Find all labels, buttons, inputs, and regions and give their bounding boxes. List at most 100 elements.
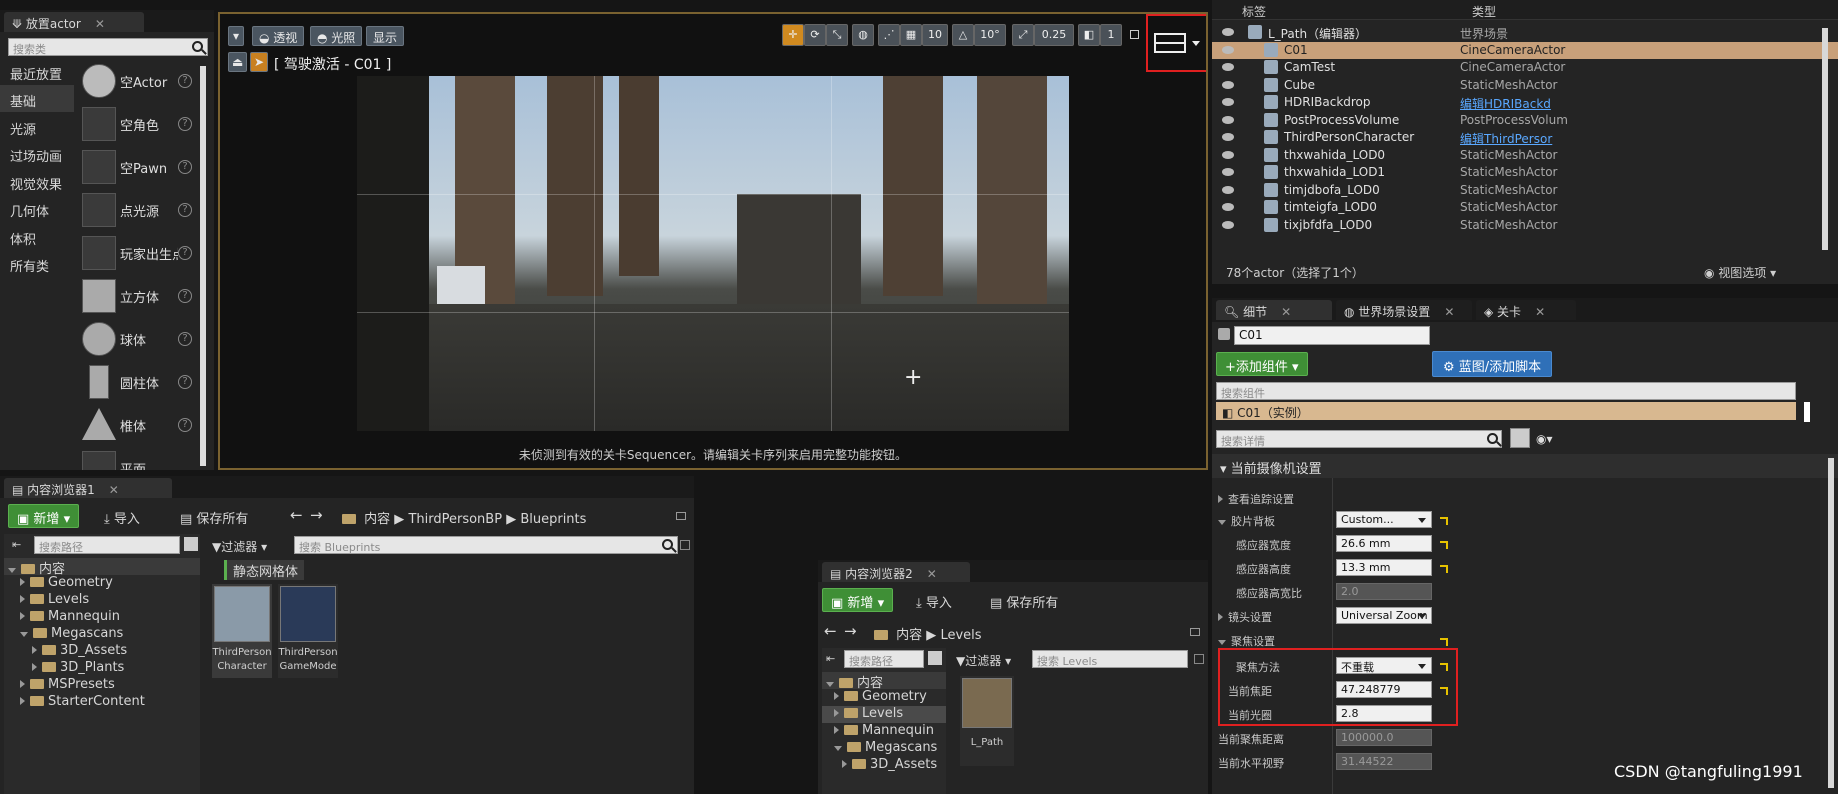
search-components-input[interactable]: 搜索组件 <box>1216 382 1796 400</box>
cb1-new-button[interactable]: ▣ 新增 ▾ <box>8 504 80 528</box>
grid-snap-value[interactable]: 10 <box>922 24 948 46</box>
expand-icon[interactable] <box>20 595 25 603</box>
eye-icon[interactable] <box>1222 98 1234 106</box>
close-icon[interactable]: ✕ <box>1281 305 1291 319</box>
filter-chip[interactable]: 静态网格体 <box>224 560 305 580</box>
actor-list-scrollbar[interactable] <box>200 66 206 466</box>
outliner-row[interactable]: CamTest CineCameraActor <box>1212 59 1838 76</box>
back-arrow-icon[interactable]: ← <box>824 622 837 640</box>
surface-snap-icon[interactable]: ⋰ <box>878 24 900 46</box>
category-lights[interactable]: 光源 <box>0 113 74 140</box>
tab-place-actor[interactable]: ⟱ 放置actor ✕ <box>4 12 144 32</box>
folder-tree-item[interactable]: 3D_Assets <box>822 757 946 774</box>
tab-world-settings[interactable]: ◍ 世界场景设置 ✕ <box>1336 300 1472 320</box>
filmback-dropdown[interactable]: Custom... <box>1336 511 1432 528</box>
help-icon[interactable]: ? <box>178 375 192 389</box>
cb1-search-path-input[interactable]: 搜索路径 <box>34 536 180 554</box>
list-view-icon[interactable] <box>184 537 198 551</box>
breadcrumb-item[interactable]: ThirdPersonBP <box>408 512 502 527</box>
actor-item-point-light[interactable]: 点光源? <box>80 189 198 231</box>
rotation-snap-value[interactable]: 10° <box>974 24 1006 46</box>
expand-icon[interactable] <box>20 697 25 705</box>
expand-icon[interactable] <box>834 709 839 717</box>
eye-icon[interactable] <box>1222 168 1234 176</box>
help-icon[interactable]: ? <box>178 203 192 217</box>
reset-arrow-icon[interactable] <box>1440 687 1448 695</box>
folder-tree-item[interactable]: Megascans <box>822 740 946 757</box>
cb2-filter-button[interactable]: ▼过滤器 ▾ <box>956 652 1011 669</box>
close-icon[interactable]: ✕ <box>1535 305 1545 319</box>
reset-arrow-icon[interactable] <box>1440 565 1448 573</box>
eye-icon[interactable] <box>1222 115 1234 124</box>
expand-icon[interactable] <box>842 760 847 768</box>
transform-select-icon[interactable]: ✛ <box>782 24 804 46</box>
lock-icon[interactable] <box>1190 628 1200 636</box>
aperture-field[interactable]: 2.8 <box>1336 705 1432 722</box>
blueprint-button[interactable]: ⚙ 蓝图/添加脚本 <box>1432 351 1553 377</box>
cb2-search-path-input[interactable]: 搜索路径 <box>844 650 924 668</box>
reset-arrow-icon[interactable] <box>1440 517 1448 525</box>
expand-icon[interactable] <box>834 726 839 734</box>
outliner-row[interactable]: thxwahida_LOD1 StaticMeshActor <box>1212 164 1838 181</box>
lens-dropdown[interactable]: Universal Zoom <box>1336 607 1432 624</box>
eye-filter-icon[interactable]: ◉▾ <box>1536 432 1553 446</box>
world-space-icon[interactable]: ◍ <box>852 24 874 46</box>
focal-length-field[interactable]: 47.248779 <box>1336 681 1432 698</box>
collapse-icon[interactable] <box>20 632 28 637</box>
tab-content-browser-1[interactable]: ▤ 内容浏览器1 ✕ <box>4 478 172 498</box>
outliner-row-type[interactable]: 编辑ThirdPersor <box>1460 130 1552 147</box>
tab-content-browser-2[interactable]: ▤ 内容浏览器2 ✕ <box>822 562 970 582</box>
collapse-icon[interactable] <box>834 746 842 751</box>
reset-arrow-icon[interactable] <box>1440 638 1448 646</box>
show-button[interactable]: 显示 <box>366 26 405 46</box>
folder-tree-item[interactable]: 内容 <box>4 558 200 577</box>
folder-tree-item[interactable]: Levels <box>822 706 946 723</box>
eye-icon[interactable] <box>1222 185 1234 194</box>
expand-icon[interactable] <box>32 663 37 671</box>
tab-levels[interactable]: ◈ 关卡 ✕ <box>1476 300 1576 320</box>
expand-icon[interactable] <box>32 646 37 654</box>
add-component-button[interactable]: +添加组件 ▾ <box>1216 352 1308 376</box>
actor-item-cylinder[interactable]: 圆柱体? <box>80 361 198 403</box>
eye-icon[interactable] <box>1222 80 1234 89</box>
close-icon[interactable]: ✕ <box>927 567 937 581</box>
grid-snap-icon[interactable]: ▦ <box>900 24 922 46</box>
cb1-search-assets-input[interactable]: 搜索 Blueprints <box>294 536 678 554</box>
property-matrix-icon[interactable] <box>1510 428 1530 448</box>
save-search-icon[interactable] <box>680 540 690 550</box>
breadcrumb-item[interactable]: Blueprints <box>520 512 586 527</box>
camera-speed-value[interactable]: 1 <box>1100 24 1122 46</box>
rotation-snap-icon[interactable]: △ <box>952 24 974 46</box>
eye-icon[interactable] <box>1222 220 1234 229</box>
close-icon[interactable]: ✕ <box>1444 305 1454 319</box>
cb2-import-button[interactable]: ⤓ 导入 <box>916 592 952 611</box>
folder-tree-item[interactable]: Megascans <box>4 626 200 643</box>
actor-item-empty-actor[interactable]: 空Actor? <box>80 60 198 102</box>
category-cinematic[interactable]: 过场动画 <box>0 140 74 167</box>
camera-speed-icon[interactable]: ◧ <box>1078 24 1100 46</box>
outliner-row[interactable]: Cube StaticMeshActor <box>1212 77 1838 94</box>
pilot-camera-icon[interactable]: ➤ <box>250 52 269 72</box>
maximize-icon[interactable] <box>1130 30 1139 39</box>
scale-icon[interactable]: ⤡ <box>826 24 848 46</box>
eye-icon[interactable] <box>1222 150 1234 159</box>
prop-focus-settings[interactable]: 聚焦设置 <box>1218 633 1275 649</box>
cb1-save-all-button[interactable]: ▤ 保存所有 <box>180 508 248 527</box>
reset-arrow-icon[interactable] <box>1440 663 1448 671</box>
cb2-save-all-button[interactable]: ▤ 保存所有 <box>990 592 1058 611</box>
lighting-button[interactable]: ◓ 光照 <box>310 26 363 46</box>
asset-third-person-gamemode[interactable]: ThirdPerson GameMode <box>278 584 338 678</box>
help-icon[interactable]: ? <box>178 74 192 88</box>
category-recent[interactable]: 最近放置 <box>0 58 74 85</box>
outliner-row[interactable]: HDRIBackdrop 编辑HDRIBackd <box>1212 94 1838 111</box>
actor-item-sphere[interactable]: 球体? <box>80 318 198 360</box>
outliner-row[interactable]: L_Path（编辑器） 世界场景 <box>1212 24 1838 41</box>
column-type[interactable]: 类型 <box>1472 3 1496 20</box>
back-arrow-icon[interactable]: ← <box>290 506 303 524</box>
folder-tree-item[interactable]: Geometry <box>822 689 946 706</box>
outliner-row[interactable]: C01 CineCameraActor <box>1212 41 1838 59</box>
breadcrumb-item[interactable]: Levels <box>940 628 981 643</box>
outliner-row[interactable]: tixjbfdfa_LOD0 StaticMeshActor <box>1212 217 1838 234</box>
folder-tree-item[interactable]: 3D_Plants <box>4 660 200 677</box>
search-details-input[interactable]: 搜索详情 <box>1216 430 1502 448</box>
